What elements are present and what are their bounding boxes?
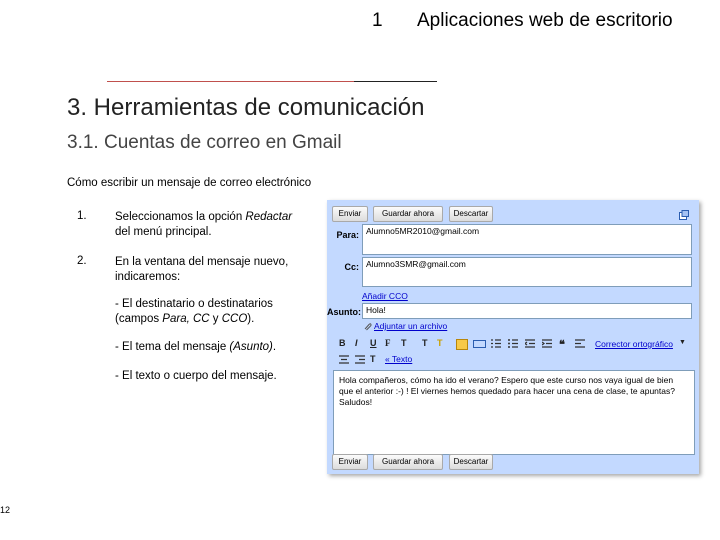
- align-left-icon[interactable]: [575, 339, 585, 348]
- add-bcc-link[interactable]: Añadir CCO: [362, 291, 408, 301]
- step-2-number: 2.: [77, 255, 87, 267]
- bullet-subject: - El tema del mensaje (Asunto).: [115, 341, 277, 353]
- header-rule: [354, 81, 437, 82]
- italic-icon[interactable]: I: [355, 338, 358, 348]
- align-center-icon[interactable]: [339, 355, 349, 364]
- quote-icon[interactable]: ❝: [559, 338, 565, 351]
- paperclip-icon: [363, 322, 372, 331]
- indent-icon[interactable]: [541, 339, 552, 348]
- to-label: Para:: [336, 230, 359, 240]
- header-rule-accent: [107, 81, 354, 82]
- cc-label: Cc:: [344, 262, 359, 272]
- spell-check-link[interactable]: Corrector ortográfico: [595, 339, 673, 349]
- remove-formatting-icon[interactable]: T: [370, 354, 376, 364]
- gmail-compose-window: Enviar Guardar ahora Descartar Para: Alu…: [327, 200, 699, 474]
- save-now-button-bottom[interactable]: Guardar ahora: [373, 454, 443, 470]
- text-color-icon[interactable]: T: [422, 338, 428, 348]
- step-1-text: Seleccionamos la opción Redactar del men…: [115, 211, 293, 238]
- message-body[interactable]: Hola compañeros, cómo ha ido el verano? …: [333, 370, 695, 455]
- step-1-number: 1.: [77, 210, 87, 222]
- link-icon[interactable]: [473, 340, 486, 348]
- send-button-bottom[interactable]: Enviar: [332, 454, 368, 470]
- font-icon[interactable]: F: [385, 338, 391, 348]
- subject-label: Asunto:: [327, 307, 361, 317]
- numbered-list-icon[interactable]: [491, 339, 501, 348]
- underline-icon[interactable]: U: [370, 338, 377, 348]
- discard-button[interactable]: Descartar: [449, 206, 493, 222]
- discard-button-bottom[interactable]: Descartar: [449, 454, 493, 470]
- bullet-recipients: - El destinatario o destinatarios (campo…: [115, 298, 273, 325]
- save-now-button[interactable]: Guardar ahora: [373, 206, 443, 222]
- outdent-icon[interactable]: [524, 339, 535, 348]
- subject-field[interactable]: Hola!: [362, 303, 692, 319]
- to-field[interactable]: Alumno5MR2010@gmail.com: [362, 224, 692, 255]
- subsection-heading: 3.1. Cuentas de correo en Gmail: [67, 132, 342, 153]
- plain-text-link[interactable]: « Texto: [385, 354, 412, 364]
- chapter-title: Aplicaciones web de escritorio: [417, 10, 673, 31]
- popout-icon[interactable]: [679, 210, 689, 220]
- font-size-icon[interactable]: T: [401, 338, 407, 348]
- cc-field[interactable]: Alumno3SMR@gmail.com: [362, 257, 692, 287]
- attach-file-link[interactable]: Adjuntar un archivo: [374, 321, 447, 331]
- page-number: 12: [0, 505, 11, 515]
- step-2-text: En la ventana del mensaje nuevo, indicar…: [115, 256, 289, 283]
- emoticon-icon[interactable]: [456, 339, 468, 350]
- align-right-icon[interactable]: [355, 355, 365, 364]
- chevron-down-icon[interactable]: ▼: [679, 339, 686, 346]
- intro-text: Cómo escribir un mensaje de correo elect…: [67, 177, 312, 189]
- section-heading: 3. Herramientas de comunicación: [67, 94, 425, 121]
- highlight-icon[interactable]: T: [437, 338, 443, 348]
- bullet-list-icon[interactable]: [508, 339, 518, 348]
- bold-icon[interactable]: B: [339, 338, 346, 348]
- send-button[interactable]: Enviar: [332, 206, 368, 222]
- bullet-body: - El texto o cuerpo del mensaje.: [115, 370, 277, 382]
- chapter-number: 1: [372, 10, 383, 31]
